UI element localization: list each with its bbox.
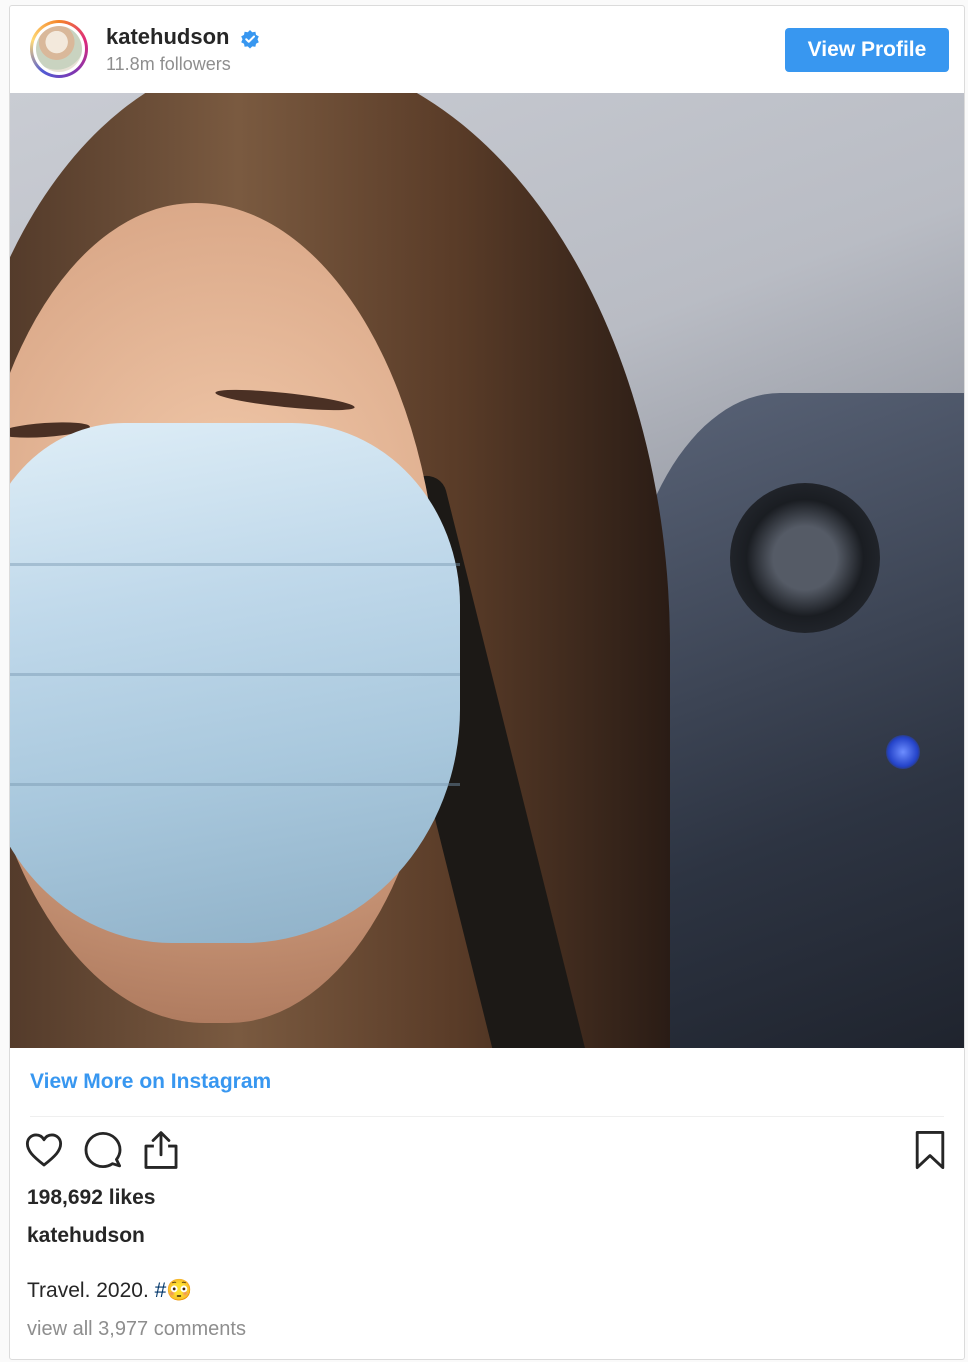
caption-text: Travel. 2020. bbox=[27, 1279, 155, 1302]
post-photo[interactable] bbox=[10, 93, 964, 1048]
action-bar bbox=[10, 1128, 964, 1178]
divider bbox=[30, 1116, 944, 1117]
caption: Travel. 2020. #😳 bbox=[27, 1279, 192, 1303]
caption-username[interactable]: katehudson bbox=[27, 1224, 145, 1248]
face-mask bbox=[10, 423, 460, 943]
view-comments-link[interactable]: view all 3,977 comments bbox=[27, 1318, 246, 1341]
avatar[interactable] bbox=[30, 20, 88, 78]
like-count[interactable]: 198,692 likes bbox=[27, 1186, 155, 1210]
share-icon[interactable] bbox=[141, 1128, 181, 1172]
hashtag-link[interactable]: #😳 bbox=[155, 1279, 193, 1302]
instagram-embed-card: katehudson 11.8m followers View Profile … bbox=[9, 5, 965, 1360]
bookmark-icon[interactable] bbox=[910, 1128, 950, 1172]
view-profile-button[interactable]: View Profile bbox=[785, 28, 949, 72]
post-header: katehudson 11.8m followers View Profile bbox=[10, 6, 964, 93]
view-more-link[interactable]: View More on Instagram bbox=[30, 1070, 271, 1094]
heart-icon[interactable] bbox=[24, 1128, 64, 1172]
comment-icon[interactable] bbox=[83, 1128, 123, 1172]
follower-count: 11.8m followers bbox=[106, 54, 231, 74]
verified-badge-icon bbox=[241, 30, 259, 49]
username[interactable]: katehudson bbox=[106, 24, 229, 50]
